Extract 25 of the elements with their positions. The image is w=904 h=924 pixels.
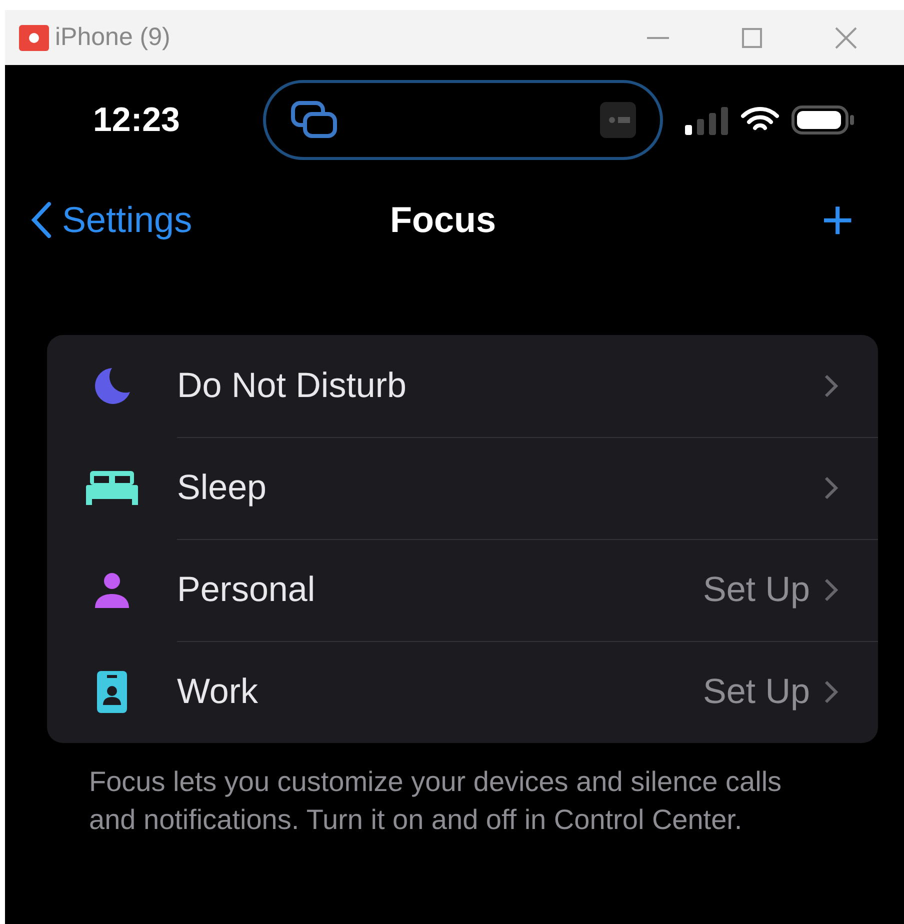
focus-mode-label[interactable]: Do Not Disturb [177,366,824,406]
page-title: Focus [390,199,498,241]
screen-mirroring-icon [290,100,340,140]
chevron-icon [824,476,838,500]
chevron-icon [824,374,838,398]
minimize-icon [647,36,669,38]
status-time: 12:23 [93,100,181,140]
back-button[interactable]: Settings [30,199,390,241]
focus-mode-label[interactable]: Sleep [177,468,824,508]
chevron-icon [824,578,838,602]
focus-mode-label[interactable]: Personal [177,570,703,610]
tv-app-icon [600,102,636,138]
close-icon [835,26,857,48]
chevron-left-icon [30,201,52,239]
add-button[interactable]: + [821,192,854,248]
window-title: iPhone (9) [55,23,172,52]
app-logo-icon [19,24,49,50]
footer-description: Focus lets you customize your devices and silence calls and notifications. Turn it on and off in Control Center. [89,765,783,837]
focus-mode-label[interactable]: Work [177,672,703,712]
chevron-icon [824,680,838,704]
set-up-label: Set Up [703,672,810,712]
battery-icon [791,105,855,135]
maximize-icon [742,28,762,48]
signal-icon [685,105,731,135]
set-up-label: Set Up [703,570,810,610]
